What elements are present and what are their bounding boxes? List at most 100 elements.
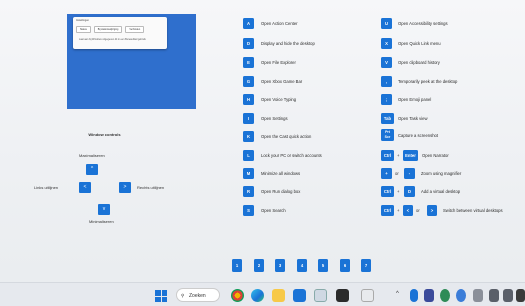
taskbar-search[interactable]: ⚲ Zoeken xyxy=(176,288,220,302)
shortcut-key: U xyxy=(381,18,392,29)
edge-icon[interactable] xyxy=(251,289,264,302)
number-key-5[interactable]: 5 xyxy=(318,259,328,272)
plus-separator: + xyxy=(397,189,400,194)
preview-chip: Status xyxy=(76,26,91,33)
number-key-7[interactable]: 7 xyxy=(361,259,371,272)
shortcut-desc: Open Xbox Game Bar xyxy=(261,79,303,84)
number-key-3[interactable]: 3 xyxy=(275,259,285,272)
win-tile xyxy=(155,290,161,296)
or-separator: or xyxy=(416,208,420,213)
number-key-4[interactable]: 4 xyxy=(297,259,307,272)
wifi-icon[interactable] xyxy=(489,289,499,302)
right-arrow-key: > xyxy=(427,205,437,216)
shortcut-desc: Switch between virtual desktops xyxy=(443,208,503,213)
ctrl-key: Ctrl xyxy=(381,205,394,216)
shortcut-key: , xyxy=(381,76,392,87)
shortcut-key: X xyxy=(381,38,392,49)
search-label: Zoeken xyxy=(189,293,206,299)
shortcut-desc: Open Accessibility settings xyxy=(398,21,448,26)
shortcut-key: I xyxy=(243,113,254,124)
shortcut-key: S xyxy=(243,205,254,216)
left-arrow-key: < xyxy=(403,205,413,216)
shortcut-desc: Lock your PC or switch accounts xyxy=(261,153,322,158)
arrow-right-key[interactable]: > xyxy=(119,182,131,193)
shortcut-desc: Open Run dialog box xyxy=(261,189,301,194)
shortcut-key: A xyxy=(243,18,254,29)
snap-right-label: Rechts uitlijnen xyxy=(137,185,165,190)
minus-key: - xyxy=(404,168,415,179)
plus-separator: + xyxy=(397,153,400,158)
win-tile xyxy=(161,296,167,302)
tray-chevron-icon[interactable]: ^ xyxy=(396,291,399,297)
taskbar: ⚲ Zoeken ^ xyxy=(0,282,525,306)
shortcut-desc: Open File Explorer xyxy=(261,60,296,65)
d-key: D xyxy=(404,186,415,197)
shortcut-desc: Add a virtual desktop xyxy=(421,189,461,194)
keyboard-icon[interactable] xyxy=(473,289,483,302)
preview-image: Instellingen Status Bij stationswijzigin… xyxy=(67,14,196,109)
bluetooth-icon[interactable] xyxy=(410,289,418,302)
plus-key: + xyxy=(381,168,392,179)
shortcut-key: V xyxy=(381,57,392,68)
preview-chip-row: Status Bij stationswijziging Verbinden xyxy=(76,26,145,33)
key-line: Scr xyxy=(384,134,391,139)
battery-icon[interactable] xyxy=(516,289,525,302)
arrow-up-key[interactable]: ^ xyxy=(86,164,98,175)
preview-note: Laat aan bij Windows uitgegeven dit in e… xyxy=(79,38,146,41)
search-icon: ⚲ xyxy=(181,293,185,298)
preview-window-title: Instellingen xyxy=(76,19,90,22)
shortcut-key: ; xyxy=(381,94,392,105)
window-controls-title: Window controls xyxy=(88,132,121,137)
win-tile xyxy=(155,296,161,302)
shortcut-key: E xyxy=(243,57,254,68)
shortcut-desc: Open the Cast quick action xyxy=(261,134,312,139)
prtscr-key: Prt Scr xyxy=(381,129,394,141)
shortcut-desc: Zoom using magnifier xyxy=(421,171,462,176)
or-separator: or xyxy=(395,171,399,176)
tray-app-icon[interactable] xyxy=(440,289,450,302)
snipping-tool-icon[interactable] xyxy=(361,289,374,302)
shortcut-desc: Open Voice Typing xyxy=(261,97,297,102)
preview-chip: Bij stationswijziging xyxy=(93,26,123,33)
shortcut-desc: Open Action Center xyxy=(261,21,298,26)
shortcut-desc: Open Task view xyxy=(398,116,428,121)
shortcut-key: R xyxy=(243,186,254,197)
maximize-label: Maximaliseren xyxy=(79,153,105,158)
shortcut-desc: Open Search xyxy=(261,208,286,213)
win-tile xyxy=(161,290,167,296)
tray-app-icon[interactable] xyxy=(424,289,434,302)
calculator-icon[interactable] xyxy=(314,289,327,302)
number-key-6[interactable]: 6 xyxy=(340,259,350,272)
shortcut-desc: Display and hide the desktop xyxy=(261,41,315,46)
plus-separator: + xyxy=(397,208,400,213)
arrow-left-key[interactable]: < xyxy=(79,182,91,193)
shortcut-desc: Capture a screenshot xyxy=(398,133,439,138)
ctrl-key: Ctrl xyxy=(381,186,394,197)
chrome-icon[interactable] xyxy=(231,289,244,302)
shortcut-desc: Open Quick Link menu xyxy=(398,41,441,46)
shortcut-desc: Temporarily peek at the desktop xyxy=(398,79,458,84)
settings-preview-card: Instellingen Status Bij stationswijzigin… xyxy=(73,17,167,49)
shortcut-key: G xyxy=(243,76,254,87)
shortcut-key: M xyxy=(243,168,254,179)
preview-chip: Verbinden xyxy=(125,26,145,33)
shortcut-desc: Open clipboard history xyxy=(398,60,440,65)
minimize-label: Minimaliseren xyxy=(89,219,114,224)
shortcut-desc: Open Settings xyxy=(261,116,288,121)
shortcut-key: H xyxy=(243,94,254,105)
shortcut-key: K xyxy=(243,131,254,142)
number-key-1[interactable]: 1 xyxy=(232,259,242,272)
terminal-icon[interactable] xyxy=(336,289,349,302)
shortcut-key: D xyxy=(243,38,254,49)
arrow-down-key[interactable]: v xyxy=(98,204,110,215)
network-icon[interactable] xyxy=(456,289,466,302)
shortcut-desc: Open Narrator xyxy=(422,153,449,158)
file-explorer-icon[interactable] xyxy=(272,289,285,302)
start-windows-icon[interactable] xyxy=(155,290,167,302)
number-key-2[interactable]: 2 xyxy=(254,259,264,272)
volume-icon[interactable] xyxy=(503,289,513,302)
shortcut-desc: Minimize all windows xyxy=(261,171,301,176)
mail-icon[interactable] xyxy=(293,289,306,302)
shortcut-key: L xyxy=(243,150,254,161)
shortcut-key: Tab xyxy=(381,113,394,124)
